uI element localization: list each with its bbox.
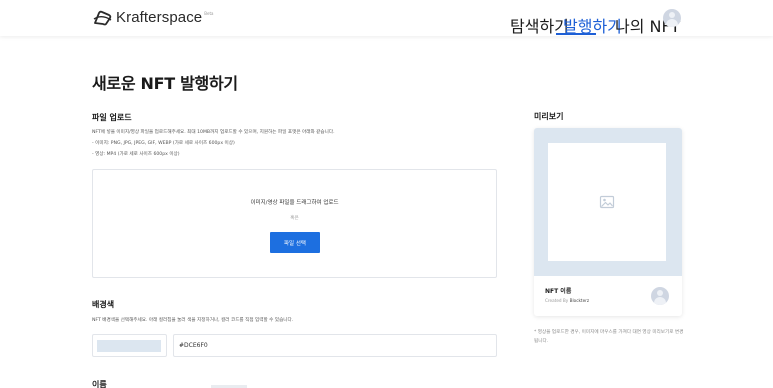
logo-icon xyxy=(93,10,112,25)
creator-avatar-body xyxy=(654,297,666,305)
dropzone-or-text: 혹은 xyxy=(290,216,299,221)
name-section-title: 이름 xyxy=(92,380,107,388)
preview-note: * 영상을 업로드한 경우, 이미지에 마우스를 가져다 대면 영상 미리보기로… xyxy=(534,330,684,344)
page-title: 새로운 NFT 발행하기 xyxy=(92,74,238,93)
color-code-input[interactable]: #DCE6F0 xyxy=(173,334,497,357)
color-swatch xyxy=(97,340,161,352)
preview-title: 미리보기 xyxy=(534,112,564,121)
background-section-title: 배경색 xyxy=(92,300,115,309)
background-desc: NFT 배경색을 선택해주세요. 아래 컬러칩을 눌러 색을 지정하거나, 컬러… xyxy=(92,318,294,323)
creator-avatar-head xyxy=(657,290,663,296)
beta-badge: Beta xyxy=(204,11,214,16)
creator-name: Blockterz xyxy=(569,298,590,303)
preview-creator-line: Created By Blockterz xyxy=(545,298,589,303)
select-file-button[interactable]: 파일 선택 xyxy=(270,232,320,253)
preview-image-placeholder xyxy=(548,143,666,261)
upload-section-title: 파일 업로드 xyxy=(92,113,132,122)
preview-nft-name: NFT 이름 xyxy=(545,288,572,295)
avatar-body xyxy=(666,19,678,27)
active-nav-indicator xyxy=(556,33,596,35)
user-avatar[interactable] xyxy=(663,9,681,27)
creator-avatar xyxy=(651,287,669,305)
dropzone-text: 이미지/영상 파일을 드래그하여 업로드 xyxy=(250,200,339,206)
logo-text: Krafterspace xyxy=(116,9,203,26)
upload-desc-line1: NFT에 넣을 이미지/영상 파일을 업로드해주세요. 최대 10MB까지 업로… xyxy=(92,130,335,135)
top-header: Krafterspace Beta 탐색하기 발행하기 나의 NFT xyxy=(0,0,773,36)
file-dropzone[interactable]: 이미지/영상 파일을 드래그하여 업로드 혹은 파일 선택 xyxy=(92,169,497,278)
image-placeholder-icon xyxy=(599,195,615,209)
upload-desc-line2: - 이미지: PNG, JPG, JPEG, GIF, WEBP (가로 세로 … xyxy=(92,141,235,146)
preview-media-area xyxy=(534,128,682,276)
upload-desc-line3: - 영상: MP4 (가로 세로 사이즈 600px 이상) xyxy=(92,152,180,157)
avatar-head xyxy=(669,12,675,18)
color-picker-button[interactable] xyxy=(92,334,167,357)
logo[interactable]: Krafterspace Beta xyxy=(92,9,213,26)
created-by-label: Created By xyxy=(545,298,569,303)
preview-card: NFT 이름 Created By Blockterz xyxy=(534,128,682,316)
